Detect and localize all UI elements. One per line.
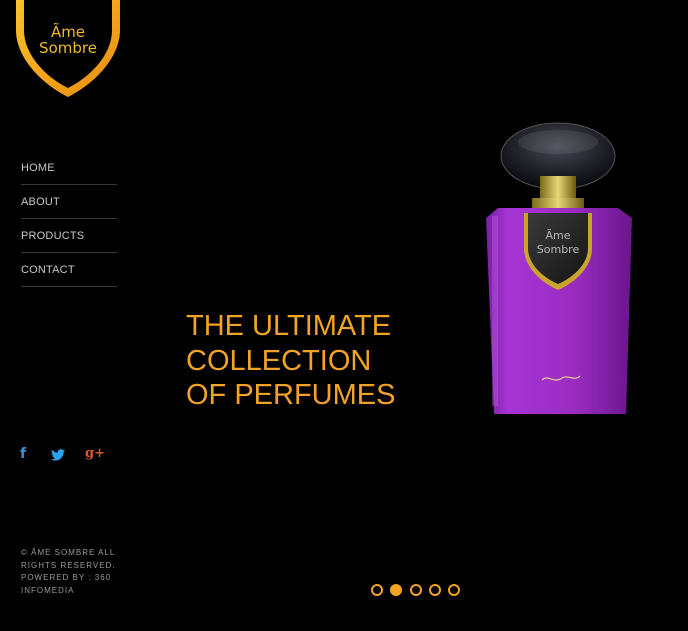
nav-home[interactable]: HOME [21,151,117,185]
brand-name-line1: Ãme [50,23,86,41]
headline-line-3: OF PERFUMES [186,379,396,411]
slider-dot-2[interactable] [390,584,403,596]
headline-line-2: COLLECTION [186,344,372,377]
facebook-icon[interactable]: f [20,446,26,462]
main-nav: HOME ABOUT PRODUCTS CONTACT [21,151,117,287]
bottle-label-line1: Ãme [545,229,570,242]
slider-dot-3[interactable] [409,584,422,596]
perfume-bottle-image: Ãme Sombre [478,118,640,420]
bottle-label-line2: Sombre [537,243,580,256]
powered-by-text: POWERED BY : 360 INFOMEDIA [21,573,112,595]
slider-dot-4[interactable] [428,584,441,596]
footer: © ÂME SOMBRE ALL RIGHTS RESERVED. POWERE… [21,547,116,597]
slider-dot-5[interactable] [448,584,461,596]
hero-headline: THE ULTIMATE COLLECTION OF PERFUMES [186,309,446,413]
nav-about[interactable]: ABOUT [21,185,117,219]
twitter-icon[interactable] [51,448,65,464]
nav-contact[interactable]: CONTACT [21,253,117,287]
brand-name: Ãme Sombre [14,24,122,56]
slider-dot-1[interactable] [371,584,383,596]
nav-products[interactable]: PRODUCTS [21,219,117,253]
google-plus-icon[interactable]: g+ [85,446,105,462]
perfume-bottle-icon: Ãme Sombre [486,122,632,414]
brand-logo[interactable]: Ãme Sombre [14,0,124,100]
copyright-text: © ÂME SOMBRE ALL RIGHTS RESERVED. [21,548,116,570]
headline-line-1: THE ULTIMATE [186,310,392,342]
brand-name-line2: Sombre [39,39,97,57]
twitter-bird-icon [51,449,65,461]
